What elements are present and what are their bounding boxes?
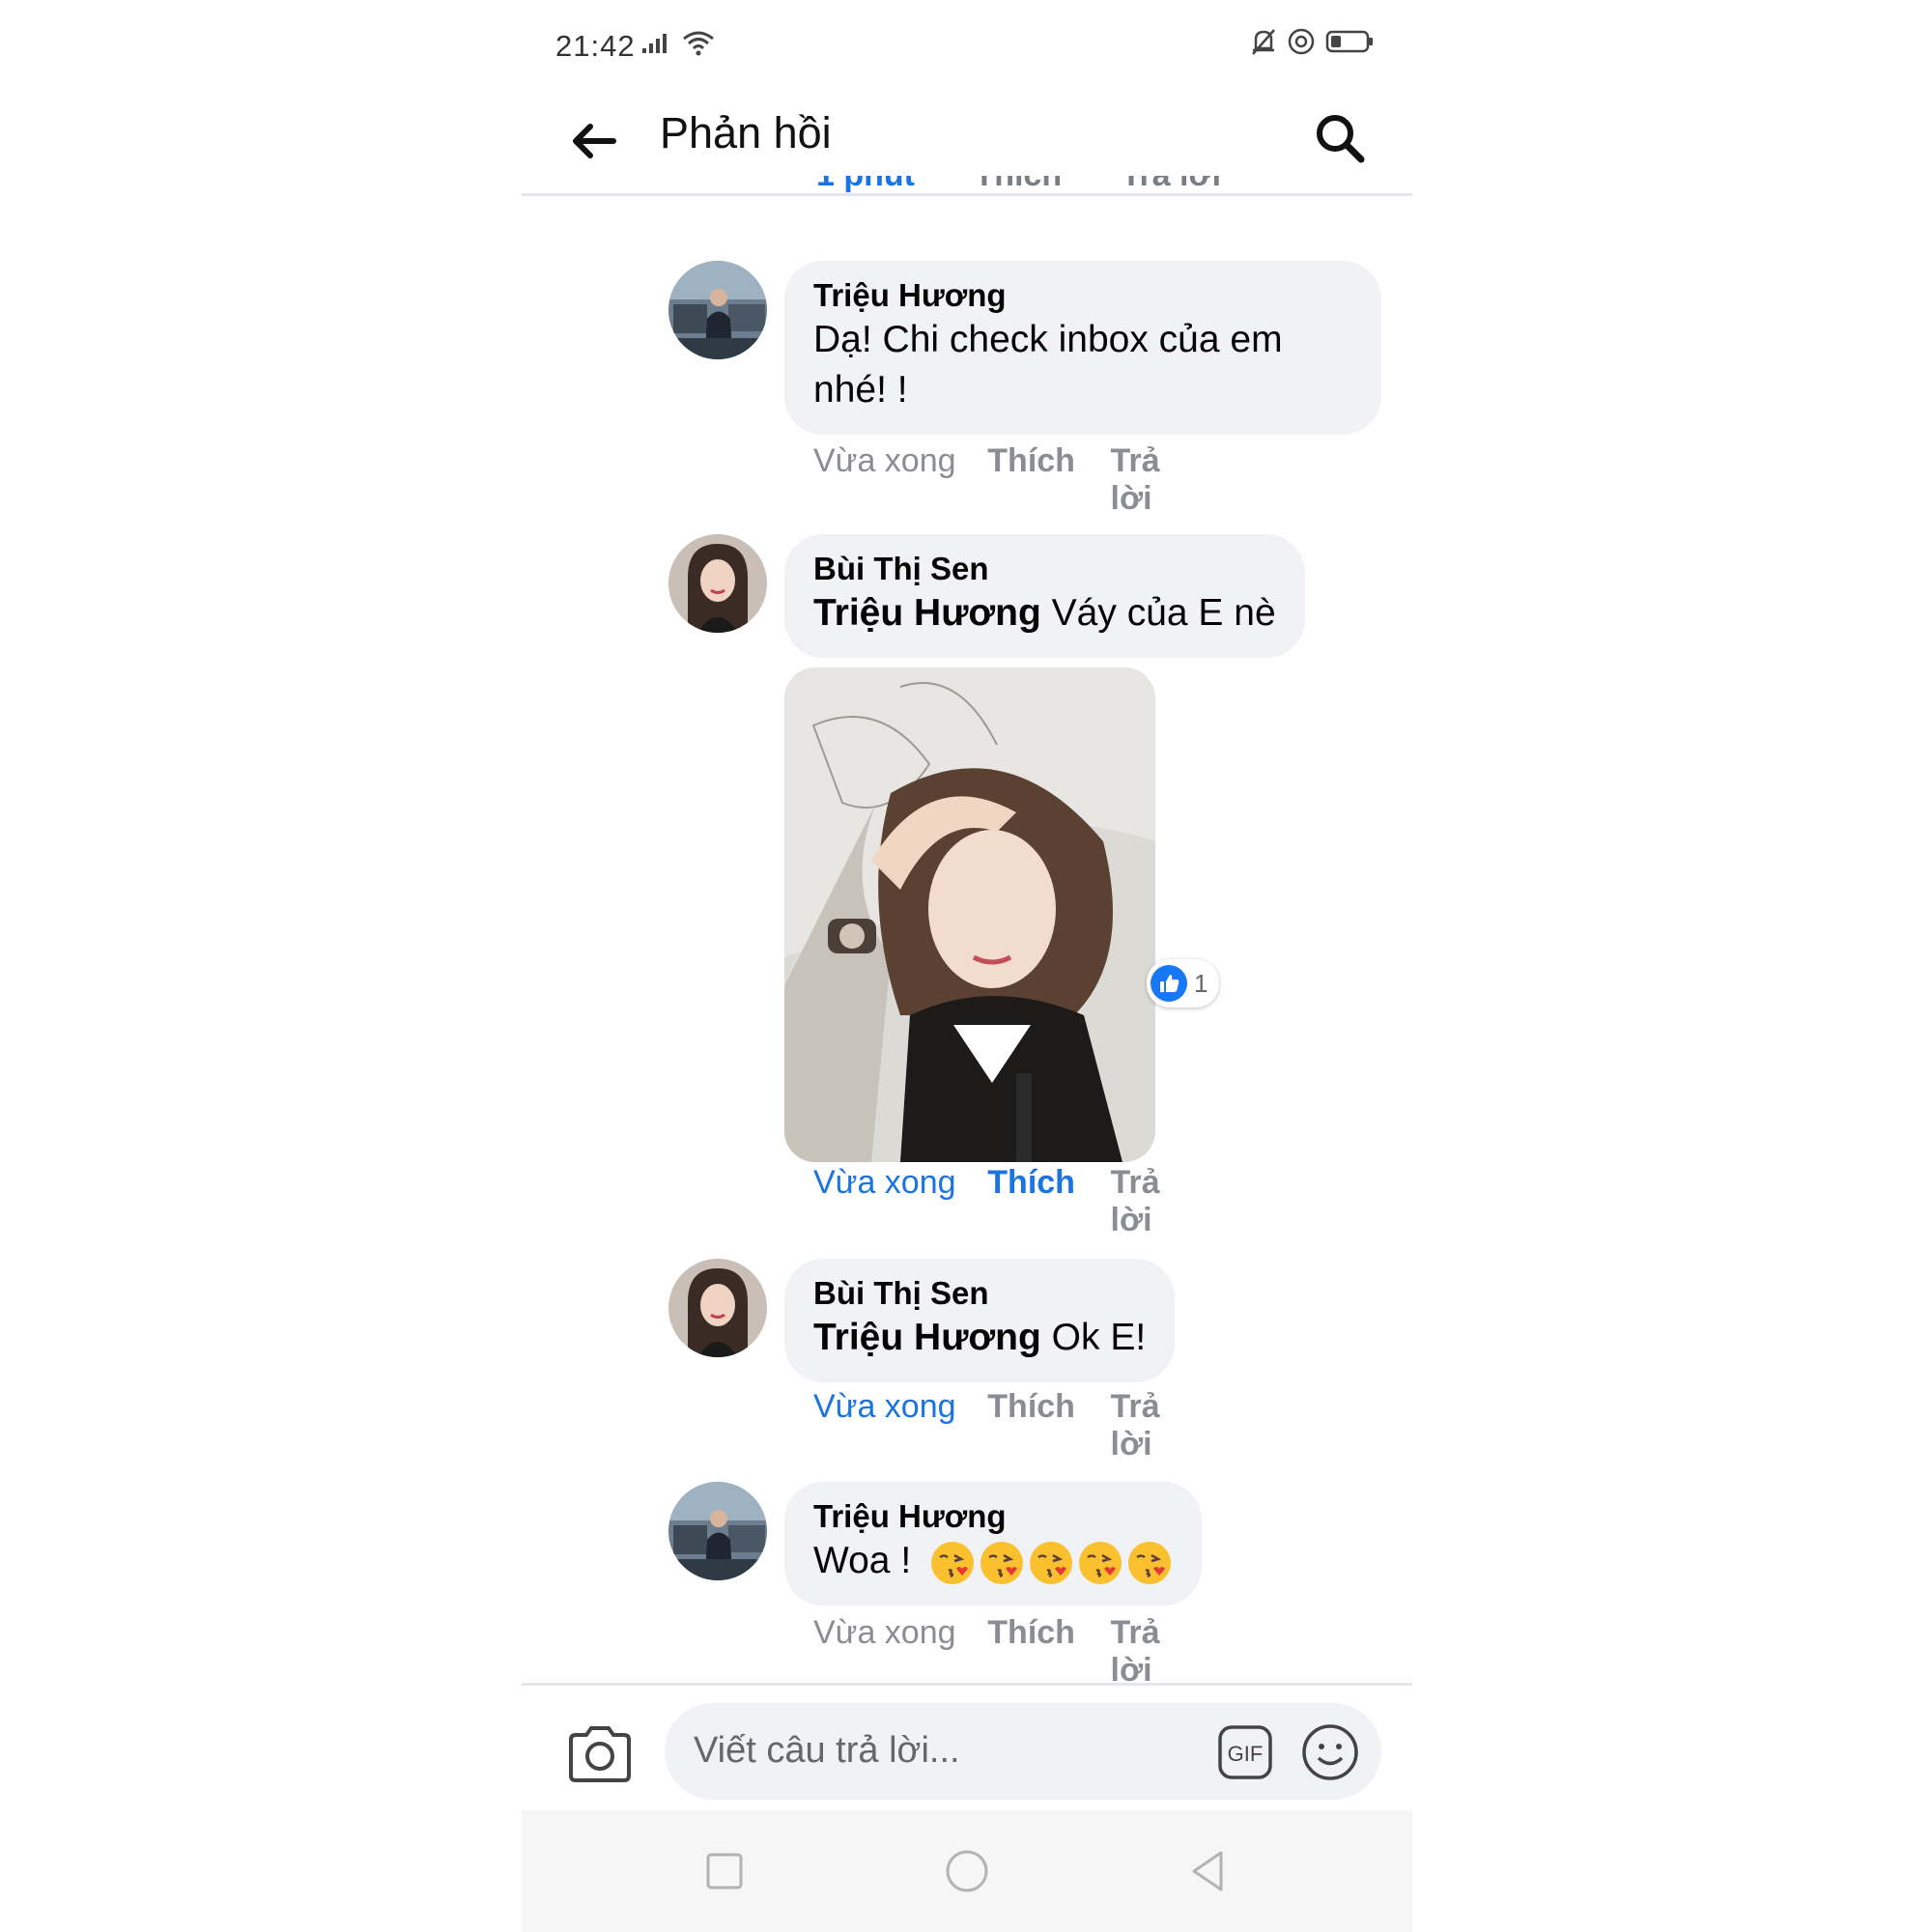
photo-image: [784, 668, 1155, 1162]
wifi-icon: [683, 31, 714, 56]
phone-screen: 21:42 Phản hồi Triệu Hương Dạ! Chi check…: [522, 0, 1412, 1932]
comment-body: Triệu Hương Ok E!: [813, 1313, 1146, 1363]
camera-button[interactable]: [565, 1722, 635, 1786]
kissing-heart-emoji-icon: [1030, 1541, 1072, 1584]
emoji-icon: [1302, 1724, 1358, 1780]
status-right-icons: [1250, 27, 1376, 56]
camera-icon: [569, 1726, 631, 1782]
status-bar: 21:42: [522, 0, 1412, 97]
gif-icon: GIF: [1218, 1725, 1272, 1779]
comment-author[interactable]: Triệu Hương: [813, 1497, 1173, 1536]
kissing-heart-emoji-icon: [980, 1541, 1023, 1584]
battery-icon: [1325, 30, 1373, 53]
avatar[interactable]: [668, 1259, 767, 1357]
status-time: 21:42: [555, 29, 636, 63]
mention-tag[interactable]: Triệu Hương: [813, 592, 1041, 634]
avatar-image: [668, 1482, 767, 1580]
back-nav-icon: [1192, 1851, 1223, 1891]
comment-photo[interactable]: [784, 668, 1155, 1162]
back-button[interactable]: [565, 112, 623, 170]
avatar[interactable]: [668, 1482, 767, 1580]
reply-composer: Viết câu trả lời... GIF: [522, 1683, 1412, 1813]
home-button[interactable]: [943, 1847, 991, 1895]
at-sign-icon: [1288, 28, 1315, 55]
avatar-image: [668, 1259, 767, 1357]
comment-actions: Vừa xong Thích Trả lời: [813, 1388, 1199, 1463]
comment-author[interactable]: Bùi Thị Sen: [813, 550, 1276, 588]
comment-actions: Vừa xong Thích Trả lời: [813, 1614, 1199, 1690]
like-link[interactable]: Thích: [987, 1614, 1110, 1690]
gif-button[interactable]: GIF: [1217, 1724, 1273, 1780]
reply-link[interactable]: Trả lời: [1111, 1388, 1200, 1463]
system-nav-bar: [522, 1810, 1412, 1932]
comment-author[interactable]: Bùi Thị Sen: [813, 1274, 1146, 1313]
back-nav-button[interactable]: [1184, 1847, 1233, 1895]
reply-link[interactable]: Trả lời: [1111, 1164, 1200, 1239]
comment-time[interactable]: Vừa xong: [813, 1614, 987, 1690]
comment-body: Triệu Hương Váy của E nè: [813, 588, 1276, 639]
previous-comment-actions: 1 phút Thích Trả lời: [816, 176, 1271, 205]
back-arrow-icon: [573, 124, 616, 158]
comment-actions: Vừa xong Thích Trả lời: [813, 442, 1199, 518]
avatar-image: [668, 261, 767, 359]
emoji-group: [929, 1540, 1173, 1586]
emoji-button[interactable]: [1300, 1722, 1360, 1782]
reply-input[interactable]: Viết câu trả lời... GIF: [665, 1703, 1381, 1800]
reaction-count: 1: [1194, 968, 1208, 998]
recent-apps-icon: [706, 1853, 743, 1889]
comment-time[interactable]: Vừa xong: [813, 1388, 987, 1463]
like-link[interactable]: Thích: [987, 442, 1110, 518]
reply-link[interactable]: Trả lời: [1111, 1614, 1200, 1690]
comment-actions: Vừa xong Thích Trả lời: [813, 1164, 1199, 1239]
previous-time-link[interactable]: 1 phút: [816, 176, 915, 194]
search-button[interactable]: [1306, 104, 1374, 172]
kissing-heart-emoji-icon: [931, 1541, 974, 1584]
gif-label: GIF: [1228, 1742, 1264, 1766]
reaction-badge[interactable]: 1: [1147, 959, 1220, 1008]
comment-text: Ok E!: [1051, 1317, 1147, 1358]
page-title: Phản hồi: [660, 108, 832, 157]
search-icon: [1317, 115, 1365, 163]
kissing-heart-emoji-icon: [1128, 1541, 1171, 1584]
comment-time[interactable]: Vừa xong: [813, 442, 987, 518]
like-icon: [1151, 965, 1187, 1002]
comment-time[interactable]: Vừa xong: [813, 1164, 987, 1239]
like-link[interactable]: Thích: [987, 1388, 1110, 1463]
kissing-heart-emoji-icon: [1079, 1541, 1122, 1584]
comment-body: Woa !: [813, 1536, 1173, 1586]
comment-bubble: Bùi Thị Sen Triệu Hương Váy của E nè: [784, 534, 1305, 658]
comment-bubble: Triệu Hương Dạ! Chi check inbox của em n…: [784, 261, 1381, 435]
avatar[interactable]: [668, 534, 767, 633]
home-icon: [946, 1850, 988, 1892]
avatar-image: [668, 534, 767, 633]
comment-author[interactable]: Triệu Hương: [813, 276, 1352, 315]
signal-icon: [642, 34, 667, 53]
reply-input-placeholder: Viết câu trả lời...: [694, 1730, 960, 1771]
recent-apps-button[interactable]: [700, 1847, 749, 1895]
mention-tag[interactable]: Triệu Hương: [813, 1317, 1041, 1358]
previous-reply-link[interactable]: Trả lời: [1122, 176, 1222, 194]
reply-link[interactable]: Trả lời: [1111, 442, 1200, 518]
mute-bell-icon: [1252, 29, 1275, 55]
comment-text: Váy của E nè: [1051, 592, 1276, 634]
comment-bubble: Triệu Hương Woa !: [784, 1482, 1202, 1605]
comment-text: Dạ! Chi check inbox của em nhé! !: [813, 319, 1283, 411]
previous-like-link[interactable]: Thích: [974, 176, 1062, 194]
avatar[interactable]: [668, 261, 767, 359]
comment-text: Woa !: [813, 1540, 912, 1581]
comment-bubble: Bùi Thị Sen Triệu Hương Ok E!: [784, 1259, 1176, 1382]
status-left-icons: [640, 29, 716, 56]
like-link[interactable]: Thích: [987, 1164, 1110, 1239]
